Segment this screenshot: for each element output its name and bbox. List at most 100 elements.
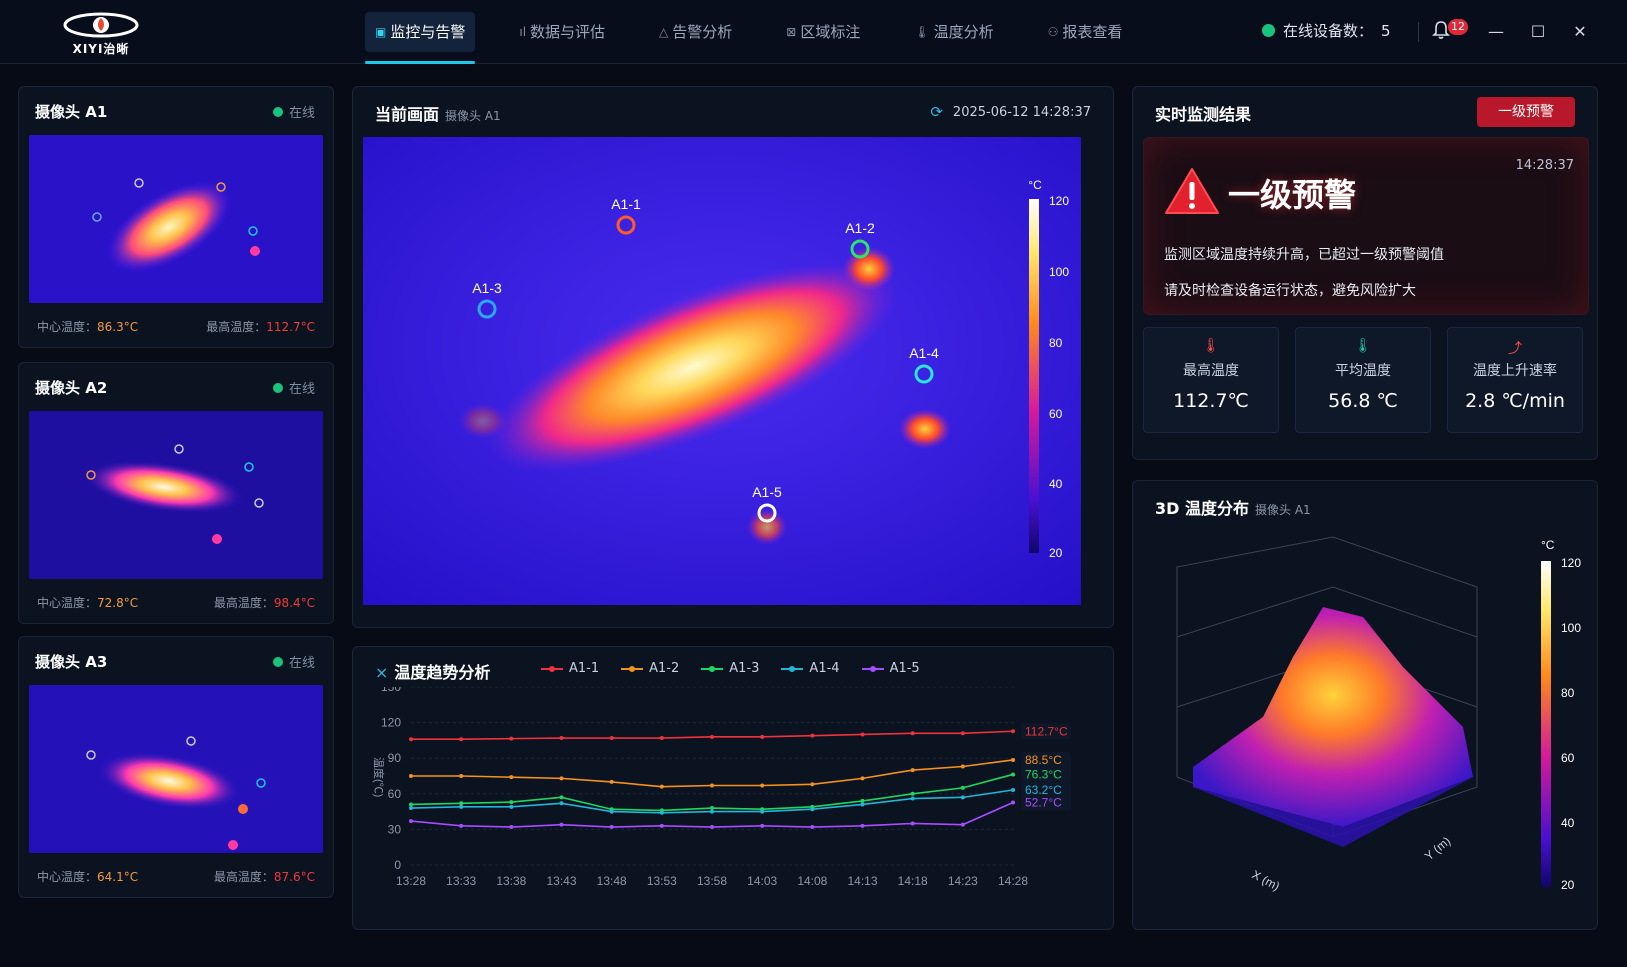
camera-card-a1[interactable]: 摄像头 A1 在线 中心温度：86.3°C 最高温度：112.7°C [18, 86, 334, 348]
data-point [910, 791, 915, 796]
data-point [910, 821, 915, 826]
current-view-title: 当前画面 摄像头 A1 [375, 101, 501, 125]
area-icon: ⊠ [786, 25, 797, 39]
data-point [659, 810, 664, 815]
thermal-image[interactable]: A1-1 A1-2 A1-3 A1-4 A1-5 °C 120 100 80 6… [363, 137, 1081, 605]
minimize-icon: — [1488, 22, 1504, 41]
logo-text: XIYI治晰 [72, 42, 130, 56]
stat-label: 最高温度 [1183, 363, 1239, 379]
camera-thumbnail[interactable] [29, 411, 323, 579]
maximize-button[interactable]: ☐ [1526, 20, 1550, 44]
data-point [710, 734, 714, 739]
y-axis-label: Y (m) [1422, 834, 1453, 863]
dist3d-panel: 3D 温度分布 摄像头 A1 X (m) Y (m) °C 120 100 80 … [1132, 480, 1598, 930]
nav-label: 温度分析 [933, 23, 994, 41]
data-point [559, 822, 564, 827]
legend-item[interactable]: A1-5 [861, 661, 920, 676]
alert-time: 14:28:37 [1515, 158, 1574, 173]
nav-area-annotation[interactable]: ⊠ 区域标注 [776, 12, 870, 52]
data-point [760, 823, 765, 828]
alert-level-badge[interactable]: 一级预警 [1477, 97, 1575, 127]
stat-label: 温度上升速率 [1473, 363, 1557, 379]
trend-chart: 温度(℃) 0 30 60 90 120 150 13:28 13:33 13:38 13:43 1… [372, 687, 1071, 888]
camera-card-a3[interactable]: 摄像头 A3 在线 中心温度：64.1°C 最高温度：87.6°C [18, 636, 334, 898]
camera-title: 摄像头 A1 [35, 103, 108, 121]
dist3d-title-text: 3D 温度分布 [1155, 499, 1249, 518]
current-view-panel: 当前画面 摄像头 A1 ⟳ 2025-06-12 14:28:37 A1-1 A1-… [352, 86, 1114, 628]
data-point [1011, 757, 1015, 762]
data-point [409, 806, 413, 811]
y-tick-label: 150 [381, 687, 401, 694]
bell-icon [1432, 21, 1450, 39]
nav-report[interactable]: ⚇ 报表查看 [1038, 12, 1133, 52]
data-point [710, 806, 714, 811]
status-text: 在线 [288, 382, 315, 397]
legend-item[interactable]: A1-2 [621, 661, 679, 676]
trend-up-icon: ⤴ [1508, 341, 1522, 357]
monitor-icon: ▣ [375, 25, 387, 39]
nav-data-eval[interactable]: ıl 数据与评估 [509, 12, 615, 52]
scale-tick: 100 [1561, 621, 1581, 635]
y-axis-label: 温度(℃) [372, 757, 386, 797]
scale-unit: °C [1541, 538, 1555, 552]
data-point [509, 736, 514, 741]
scale-unit: °C [1028, 178, 1042, 192]
minimize-button[interactable]: — [1484, 20, 1508, 44]
max-temp-label: 最高温度： [213, 596, 274, 610]
data-point [409, 774, 413, 778]
legend-item[interactable]: A1-3 [701, 661, 759, 676]
center-temp-value: 86.3°C [97, 320, 139, 334]
trend-panel: ⨯ 温度趋势分析 A1-1 A1-2 A1-3 A1-4 A1-5 温度(℃) 0 30 60… [352, 646, 1114, 930]
data-point [659, 823, 664, 828]
center-temp-label: 中心温度： [37, 870, 98, 884]
camera-status: 在线 [272, 652, 315, 671]
notification-button[interactable]: 12 [1432, 19, 1472, 44]
data-point [609, 825, 614, 830]
nav-temp-analysis[interactable]: 🌡 温度分析 [904, 12, 1003, 52]
data-point [559, 795, 564, 800]
x-tick-label: 13:58 [697, 874, 727, 888]
x-tick-label: 13:43 [546, 874, 576, 888]
online-dot-icon [1262, 24, 1275, 37]
camera-card-a2[interactable]: 摄像头 A2 在线 中心温度：72.8°C 最高温度：98.4°C [18, 362, 334, 624]
camera-thumbnail[interactable] [29, 135, 323, 303]
legend-label: A1-1 [569, 661, 600, 676]
warning-triangle-icon [1165, 168, 1219, 214]
data-point [659, 736, 664, 741]
bar-chart-icon: ıl [519, 25, 527, 39]
x-tick-label: 14:03 [747, 874, 777, 888]
refresh-icon[interactable]: ⟳ [930, 103, 943, 121]
divider [1418, 22, 1419, 42]
online-count: 5 [1381, 21, 1391, 40]
marker-label: A1-4 [909, 345, 939, 361]
nav-monitor-alarm[interactable]: ▣ 监控与告警 [365, 12, 476, 64]
dist3d-title: 3D 温度分布 摄像头 A1 [1155, 495, 1311, 519]
close-button[interactable]: ✕ [1568, 20, 1592, 44]
data-point [710, 783, 714, 788]
max-temp-label: 最高温度： [206, 320, 267, 334]
data-point [1011, 800, 1015, 805]
camera-thumbnail[interactable] [29, 685, 323, 853]
stat-value: 2.8 ℃/min [1465, 390, 1565, 412]
nav-label: 数据与评估 [530, 23, 606, 41]
online-devices: 在线设备数： 5 [1262, 20, 1391, 41]
dist3d-camera: 摄像头 A1 [1255, 503, 1311, 517]
data-point [860, 732, 865, 737]
legend-item[interactable]: A1-4 [781, 661, 840, 676]
series-line-a1-2 [411, 759, 1014, 788]
legend-swatch [781, 665, 804, 672]
data-point [509, 800, 514, 805]
nav-alarm-analysis[interactable]: △ 告警分析 [649, 12, 742, 52]
data-point [459, 823, 464, 828]
marker-label: A1-2 [845, 220, 875, 236]
x-tick-label: 13:53 [647, 874, 677, 888]
thermal-thumbnail [29, 411, 323, 579]
data-point [710, 825, 714, 830]
nav-label: 告警分析 [672, 23, 733, 41]
legend-item[interactable]: A1-1 [541, 661, 599, 676]
warning-icon: △ [659, 25, 669, 39]
data-point [760, 783, 765, 788]
app-logo[interactable]: XIYI治晰 [56, 10, 146, 58]
stat-label: 平均温度 [1335, 363, 1391, 379]
end-value-label: 112.7°C [1025, 724, 1068, 738]
